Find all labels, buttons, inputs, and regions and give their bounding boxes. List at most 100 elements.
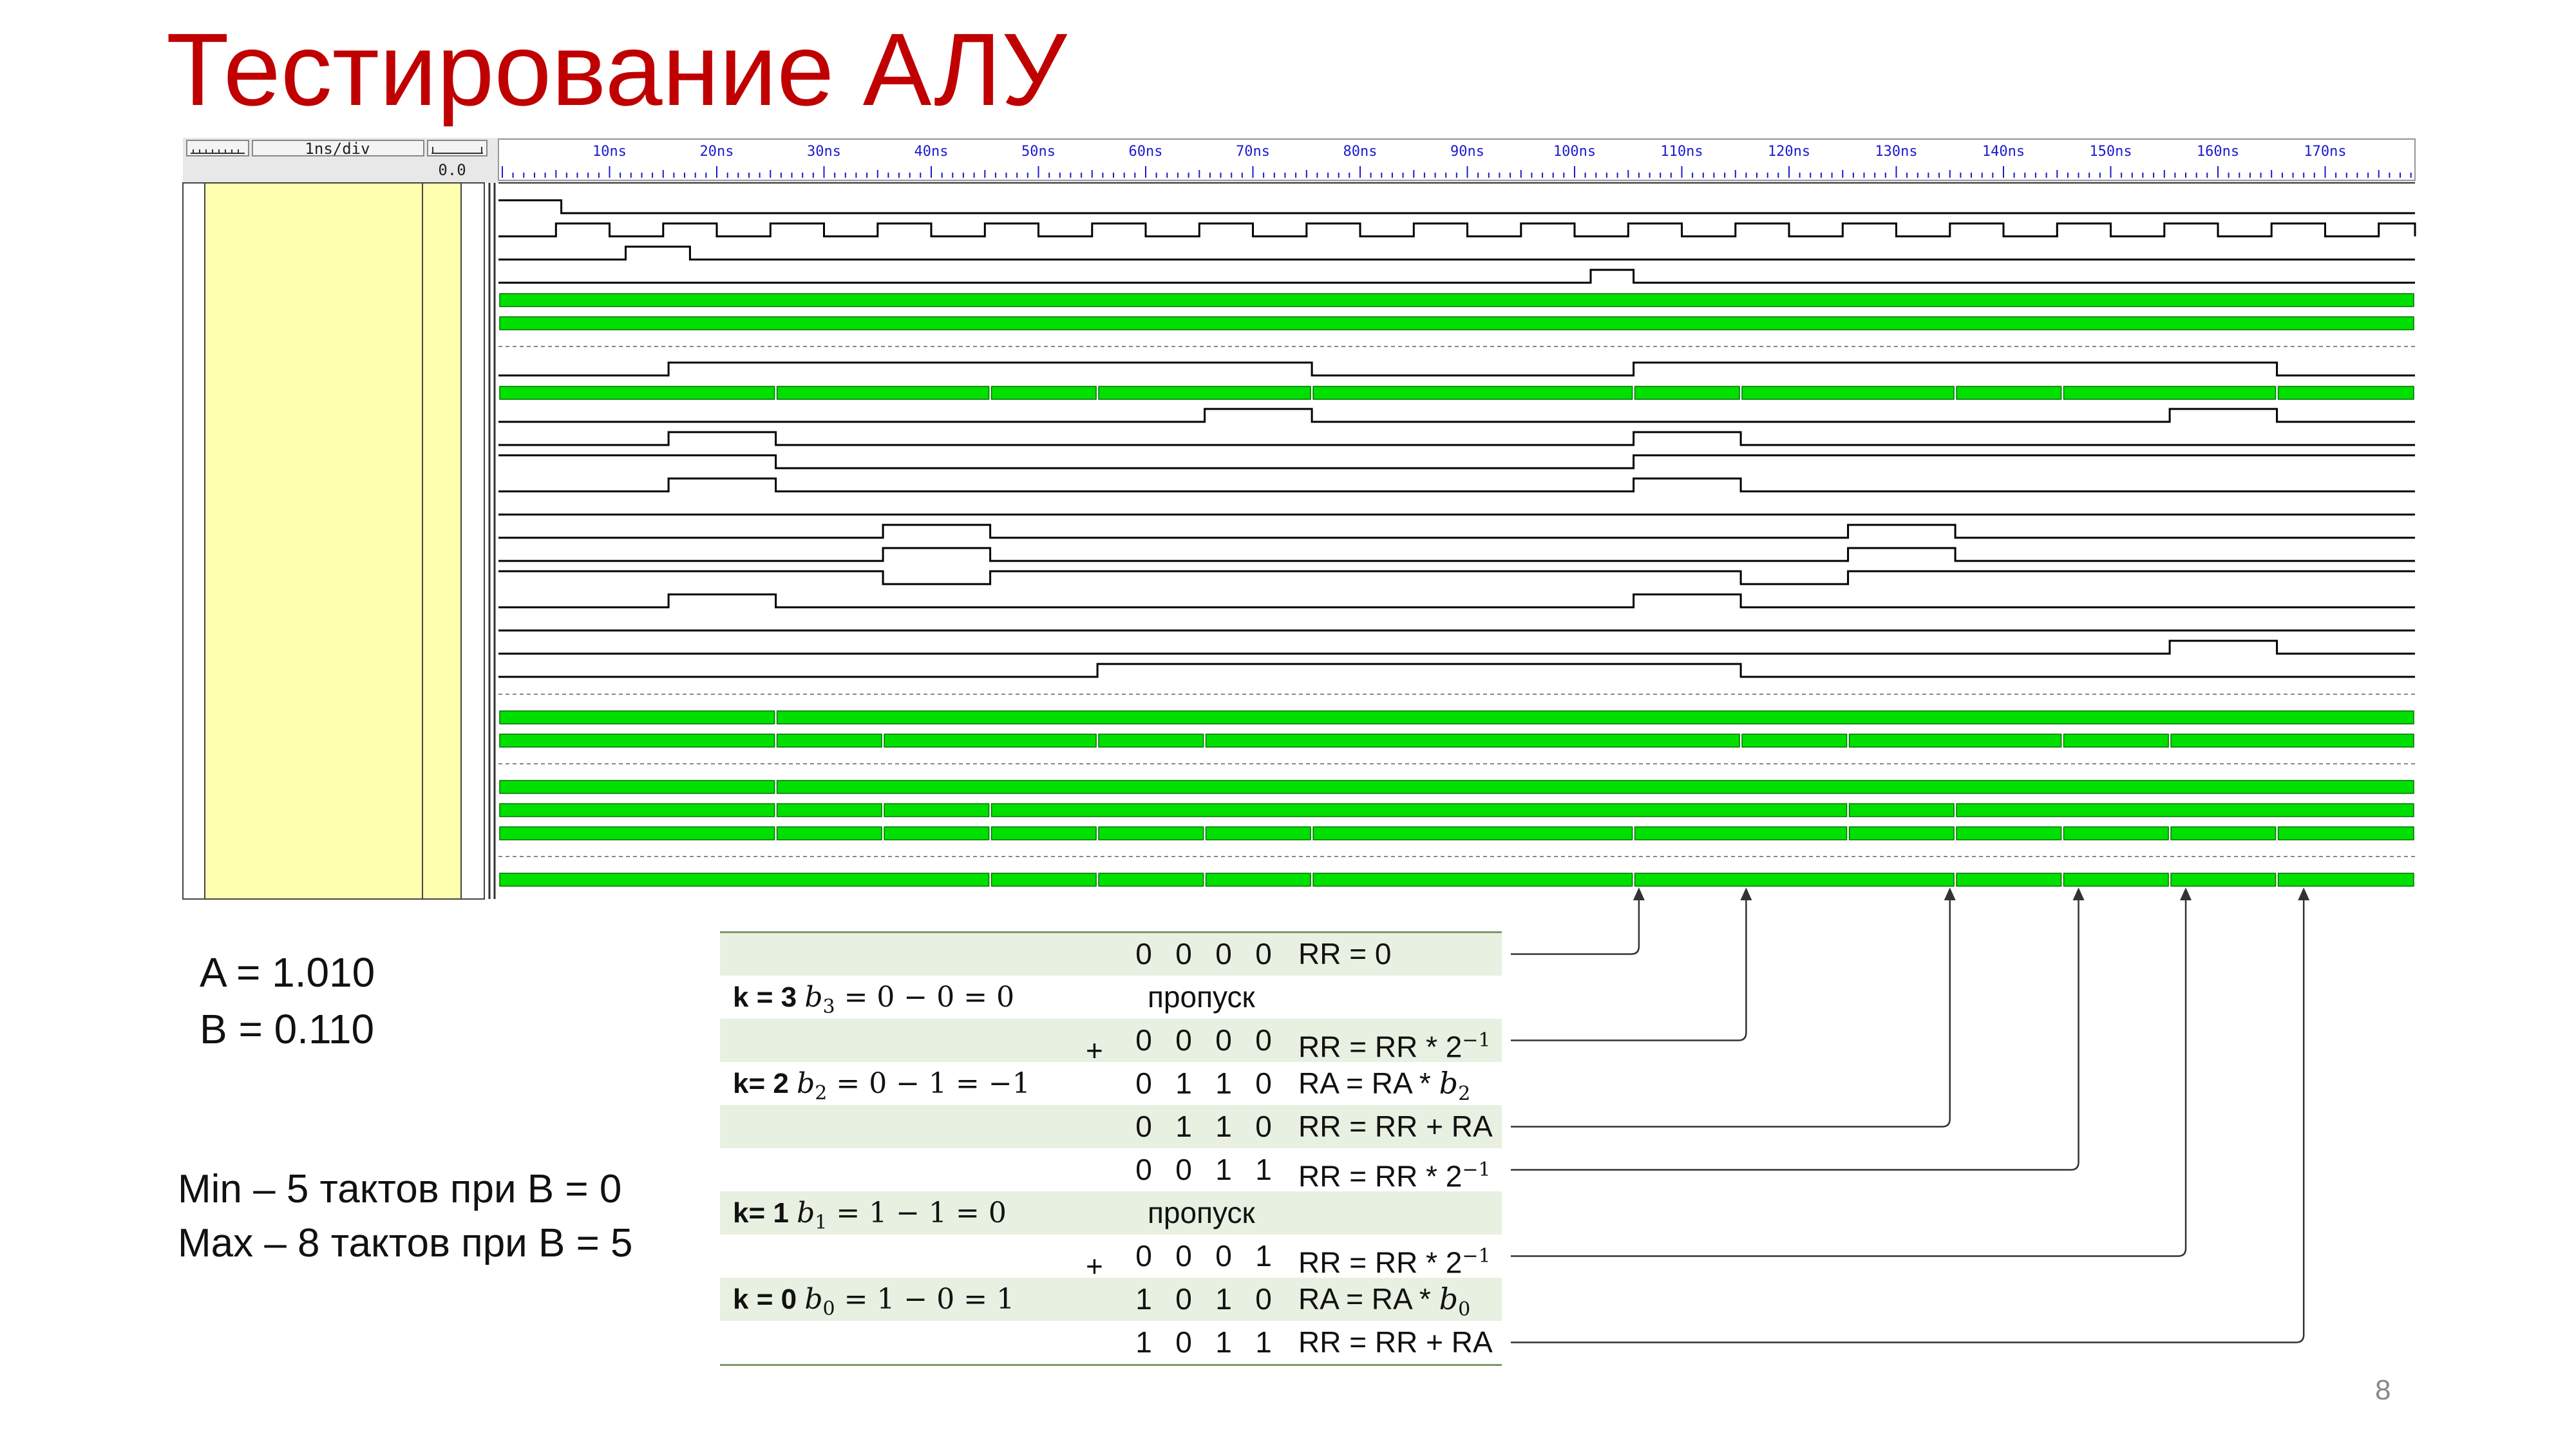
signal-value-panel bbox=[460, 182, 485, 900]
ruler-tick-label: 20ns bbox=[700, 144, 734, 160]
bus-segment bbox=[2063, 386, 2277, 400]
arrowhead-icon bbox=[1633, 887, 1645, 900]
skip-label: пропуск bbox=[1148, 1196, 1255, 1229]
bus-segment bbox=[990, 826, 1097, 840]
operation-text: RR = RR * 2 bbox=[1298, 1159, 1463, 1193]
register-bit: 1 bbox=[1255, 1153, 1272, 1186]
step-k: k= 1 bbox=[733, 1197, 789, 1229]
bus-segment bbox=[2063, 873, 2169, 887]
operation-var: b bbox=[1439, 1066, 1459, 1101]
register-bit: 0 bbox=[1255, 1066, 1272, 1100]
bus-segment bbox=[884, 826, 990, 840]
page-number: 8 bbox=[2375, 1374, 2391, 1406]
operation-text: RR = RR * 2 bbox=[1298, 1030, 1463, 1064]
step-k: k = 3 bbox=[733, 981, 797, 1013]
bus-segment bbox=[2277, 873, 2414, 887]
register-bit: 0 bbox=[1215, 1239, 1232, 1273]
annotation-arrow-line bbox=[1511, 895, 2079, 1171]
bus-segment bbox=[776, 826, 882, 840]
bus-segment bbox=[2063, 734, 2169, 748]
bit-waveform bbox=[498, 639, 2415, 655]
bus-segment bbox=[990, 386, 1097, 400]
bus-segment bbox=[1848, 826, 1955, 840]
min-cycles-text: Min – 5 тактов при B = 0 bbox=[178, 1167, 622, 1211]
bit-waveform bbox=[498, 593, 2415, 609]
table-row: 0 0 0 0 RR = RR * 2−1 bbox=[720, 1019, 1502, 1064]
step-equation: = 1 − 0 = 1 bbox=[835, 1283, 1015, 1316]
bus-segment bbox=[2170, 734, 2414, 748]
operation-label: RA = RA * b0 bbox=[1298, 1278, 1470, 1321]
bus-segment bbox=[776, 734, 882, 748]
step-label: k = 3 b3 = 0 − 0 = 0 bbox=[733, 976, 1014, 1019]
signal-traces bbox=[498, 199, 2416, 887]
bus-segment bbox=[499, 780, 775, 794]
bus-segment bbox=[499, 316, 2414, 330]
arrowhead-icon bbox=[2180, 887, 2192, 900]
operation-text: RR = RR + RA bbox=[1298, 1325, 1493, 1359]
bus-segment bbox=[1848, 803, 1955, 817]
register-bit: 1 bbox=[1135, 1282, 1152, 1316]
bus-segment bbox=[1634, 386, 1740, 400]
operation-label: RR = RR * 2−1 bbox=[1298, 1019, 1491, 1064]
table-row: k = 3 b3 = 0 − 0 = 0 пропуск bbox=[720, 976, 1502, 1019]
register-bit: 1 bbox=[1175, 1110, 1192, 1143]
register-bit: 1 bbox=[1215, 1325, 1232, 1359]
cursor-time-readout: 0.0 bbox=[438, 161, 466, 179]
bus-segment bbox=[1741, 386, 1955, 400]
bus-segment bbox=[1956, 873, 2062, 887]
ruler-tick-label: 80ns bbox=[1343, 144, 1378, 160]
arrowhead-icon bbox=[1740, 887, 1752, 900]
register-bit: 1 bbox=[1215, 1110, 1232, 1143]
time-scale-label: 1ns/div bbox=[305, 140, 370, 158]
step-var: b bbox=[804, 981, 823, 1014]
bus-segment bbox=[499, 873, 990, 887]
step-sub: 0 bbox=[822, 1297, 835, 1320]
step-var: b bbox=[797, 1197, 815, 1229]
bit-waveform bbox=[498, 570, 2415, 585]
bus-segment bbox=[499, 293, 2414, 307]
operation-sub: 0 bbox=[1458, 1298, 1471, 1321]
clock-waveform bbox=[498, 222, 2416, 238]
register-bit: 0 bbox=[1175, 1153, 1192, 1186]
step-var: b bbox=[804, 1283, 823, 1316]
max-cycles-text: Max – 8 тактов при B = 5 bbox=[178, 1221, 633, 1265]
register-bit: 0 bbox=[1135, 1110, 1152, 1143]
ruler-tick-label: 100ns bbox=[1553, 144, 1596, 160]
bit-waveform bbox=[498, 454, 2415, 469]
bus-segment bbox=[1956, 826, 2062, 840]
bus-segment bbox=[1634, 873, 1955, 887]
bus-segment bbox=[990, 873, 1097, 887]
operation-var: b bbox=[1439, 1282, 1459, 1316]
operation-label: RA = RA * b2 bbox=[1298, 1062, 1470, 1105]
register-bit: 0 bbox=[1135, 1153, 1152, 1186]
register-bit: 0 bbox=[1175, 1325, 1192, 1359]
step-label: k= 1 b1 = 1 − 1 = 0 bbox=[733, 1191, 1007, 1235]
register-bit: 1 bbox=[1175, 1066, 1192, 1100]
bus-segment bbox=[499, 803, 775, 817]
step-sub: 3 bbox=[822, 995, 835, 1018]
bit-waveform bbox=[498, 477, 2415, 493]
ruler-tick-label: 50ns bbox=[1021, 144, 1056, 160]
a-operand-value: A = 1.010 bbox=[200, 949, 375, 996]
bus-segment bbox=[499, 386, 775, 400]
b-operand-value: B = 0.110 bbox=[200, 1006, 375, 1052]
register-bit: 0 bbox=[1175, 1023, 1192, 1057]
register-bit: 1 bbox=[1215, 1066, 1232, 1100]
bit-waveform bbox=[498, 408, 2415, 423]
table-row: k= 2 b2 = 0 − 1 = −1 0 1 1 0 RA = RA * b2 bbox=[720, 1062, 1502, 1105]
bus-segment bbox=[1956, 386, 2062, 400]
register-bit: 1 bbox=[1215, 1282, 1232, 1316]
ruler-tick-label: 60ns bbox=[1129, 144, 1163, 160]
bus-segment bbox=[1312, 386, 1633, 400]
arrowhead-icon bbox=[2298, 887, 2310, 900]
bit-waveform bbox=[498, 361, 2415, 377]
bus-segment bbox=[776, 780, 2414, 794]
bit-waveform bbox=[498, 524, 2415, 539]
annotation-arrow-line bbox=[1511, 895, 2305, 1343]
register-bit: 0 bbox=[1135, 1066, 1152, 1100]
bus-segment bbox=[1205, 826, 1311, 840]
table-row: 0 0 0 0 RR = 0 bbox=[720, 933, 1502, 976]
plus-sign: + bbox=[1086, 1249, 1103, 1283]
register-bit: 0 bbox=[1135, 1239, 1152, 1273]
step-equation: = 1 − 1 = 0 bbox=[827, 1197, 1007, 1229]
